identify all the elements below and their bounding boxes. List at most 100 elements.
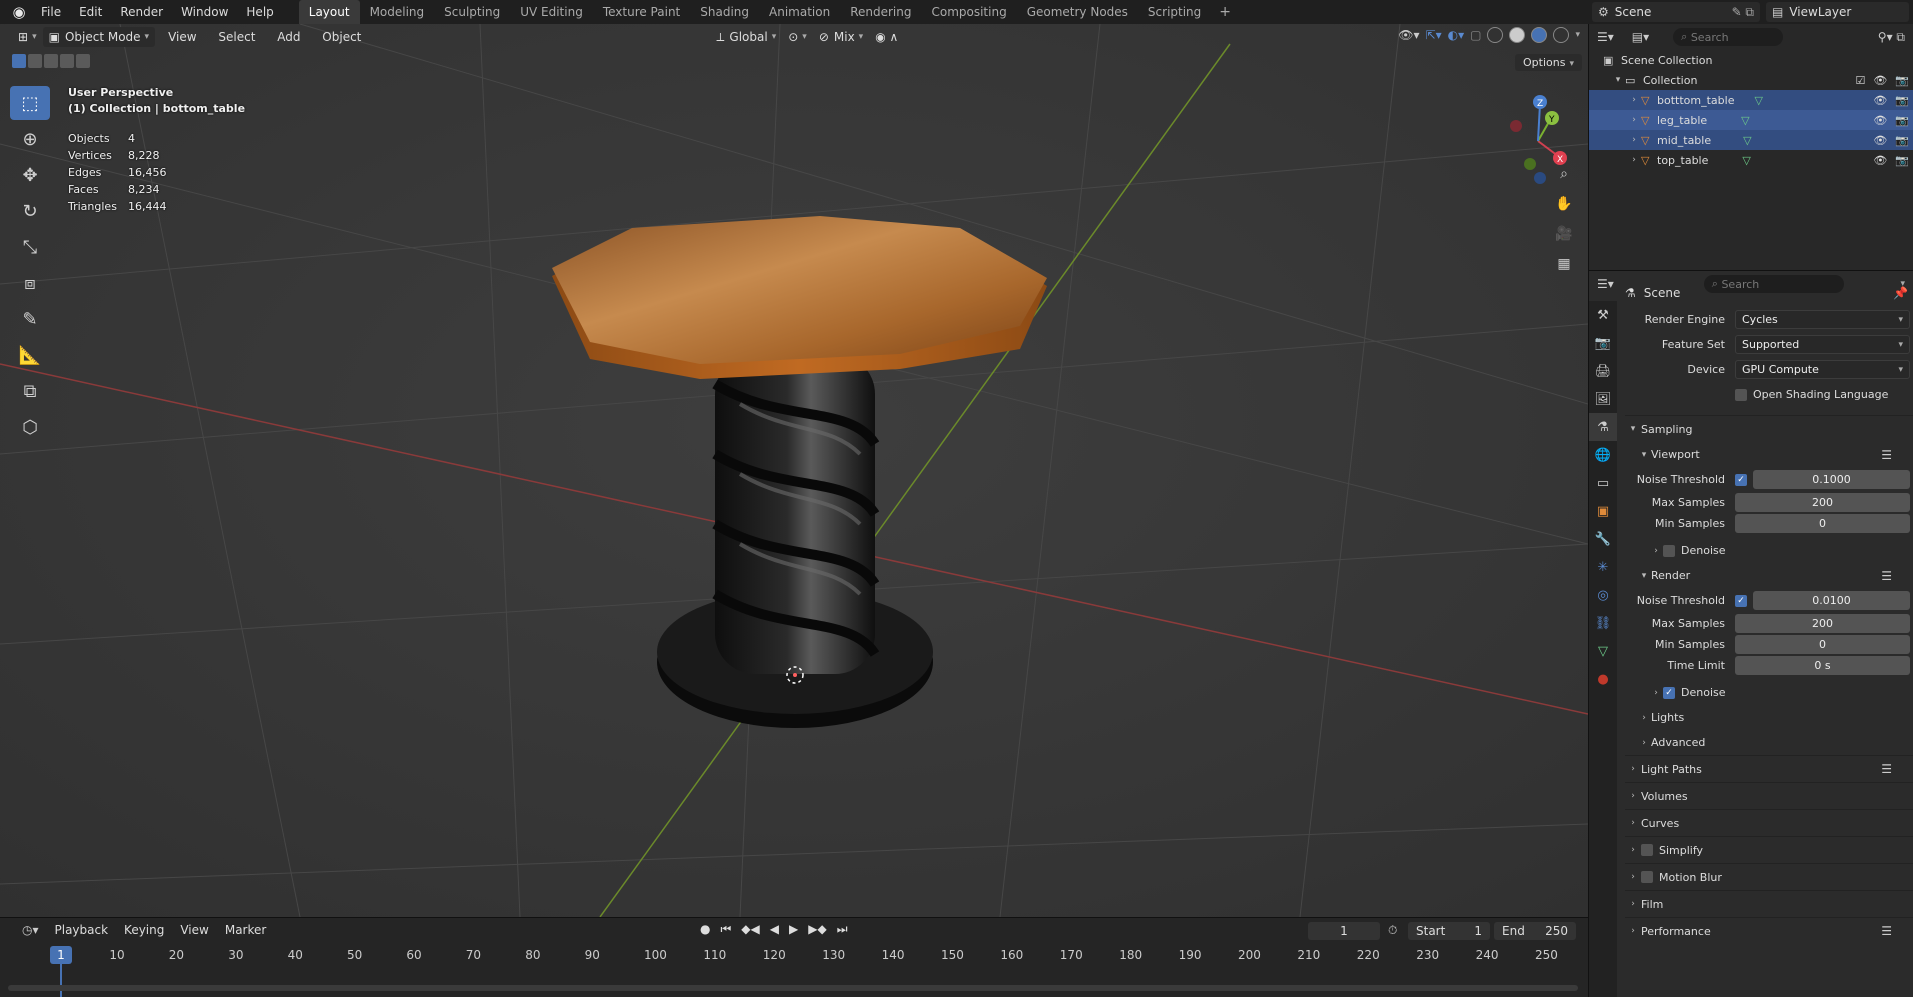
select-intersect-icon[interactable] bbox=[76, 54, 90, 68]
pin-icon[interactable]: ✎ ⧉ bbox=[1732, 5, 1754, 20]
expand-icon[interactable]: ▾ bbox=[1611, 75, 1625, 85]
collection-visibility[interactable]: ☑ 👁 📷 bbox=[1855, 74, 1909, 87]
orientation-dropdown[interactable]: ⟂ Global ▾ bbox=[710, 27, 782, 47]
sampling-panel-header[interactable]: ▾ Sampling bbox=[1625, 415, 1913, 442]
move-icon[interactable]: ✥ bbox=[10, 158, 50, 192]
data-tab-icon[interactable]: ▽ bbox=[1589, 637, 1617, 665]
advanced-subpanel[interactable]: › Advanced bbox=[1625, 730, 1913, 755]
render-tab-icon[interactable]: 📷 bbox=[1589, 329, 1617, 357]
jump-end-icon[interactable]: ⏭ bbox=[837, 922, 848, 937]
wireframe-shading-icon[interactable] bbox=[1487, 27, 1504, 43]
gizmo-icon[interactable]: ⇱▾ bbox=[1426, 28, 1442, 42]
device-dropdown[interactable]: GPU Compute ▾ bbox=[1735, 360, 1910, 379]
constraints-tab-icon[interactable]: ⛓ bbox=[1589, 609, 1617, 637]
material-tab-icon[interactable]: ● bbox=[1589, 665, 1617, 693]
tool-tab-icon[interactable]: ⚒ bbox=[1589, 301, 1617, 329]
r-noise-field[interactable]: 0.0100 bbox=[1753, 591, 1910, 610]
particles-tab-icon[interactable]: ✳ bbox=[1589, 553, 1617, 581]
viewport-subpanel-header[interactable]: ▾ Viewport ☰ bbox=[1625, 442, 1913, 467]
playhead-line[interactable] bbox=[60, 964, 62, 997]
zoom-icon[interactable]: ⌕ bbox=[1552, 162, 1576, 186]
tab-texture-paint[interactable]: Texture Paint bbox=[593, 0, 690, 24]
object-tab-icon[interactable]: ▣ bbox=[1589, 497, 1617, 525]
expand-icon[interactable]: › bbox=[1627, 115, 1641, 125]
play-icon[interactable]: ▶ bbox=[789, 922, 798, 937]
outliner-item-bottom-table[interactable]: › ▽ botttom_table ▽ 👁 📷 bbox=[1589, 90, 1913, 110]
material-shading-icon[interactable] bbox=[1531, 27, 1548, 43]
presets-list-icon[interactable]: ☰ bbox=[1881, 924, 1892, 938]
object-visibility[interactable]: 👁 📷 bbox=[1873, 94, 1909, 107]
timeline-scrollbar[interactable] bbox=[8, 985, 1578, 991]
current-frame-field[interactable]: 1 bbox=[1308, 922, 1380, 940]
lights-subpanel[interactable]: › Lights bbox=[1625, 705, 1913, 730]
vp-max-samples-field[interactable]: 200 bbox=[1735, 493, 1910, 512]
tab-shading[interactable]: Shading bbox=[690, 0, 759, 24]
jump-start-icon[interactable]: ⏮ bbox=[720, 922, 731, 937]
blender-logo-icon[interactable]: ◉ bbox=[6, 0, 32, 24]
tab-compositing[interactable]: Compositing bbox=[921, 0, 1016, 24]
physics-tab-icon[interactable]: ◎ bbox=[1589, 581, 1617, 609]
clock-icon[interactable]: ◷▾ bbox=[14, 923, 47, 937]
menu-window[interactable]: Window bbox=[172, 0, 237, 24]
motion-blur-panel[interactable]: › Motion Blur bbox=[1625, 863, 1913, 890]
motion-blur-checkbox[interactable] bbox=[1641, 871, 1653, 883]
object-visibility[interactable]: 👁 📷 bbox=[1873, 114, 1909, 127]
add-primitive-icon[interactable]: ⬡ bbox=[10, 410, 50, 444]
presets-list-icon[interactable]: ☰ bbox=[1881, 448, 1892, 462]
menu-render[interactable]: Render bbox=[111, 0, 172, 24]
options-dropdown[interactable]: Options ▾ bbox=[1515, 54, 1582, 71]
pan-hand-icon[interactable]: ✋ bbox=[1552, 192, 1576, 216]
add-cube-icon[interactable]: ⧉ bbox=[10, 374, 50, 408]
table-top[interactable] bbox=[552, 216, 1047, 379]
expand-icon[interactable]: › bbox=[1627, 95, 1641, 105]
collection-tab-icon[interactable]: ▭ bbox=[1589, 469, 1617, 497]
play-reverse-icon[interactable]: ◀ bbox=[770, 922, 779, 937]
tab-scripting[interactable]: Scripting bbox=[1138, 0, 1211, 24]
playhead-frame[interactable]: 1 bbox=[50, 946, 72, 964]
menu-file[interactable]: File bbox=[32, 0, 70, 24]
time-limit-field[interactable]: 0 s bbox=[1735, 656, 1910, 675]
vp-denoise-row[interactable]: › Denoise bbox=[1625, 538, 1913, 563]
pin-icon[interactable]: 📌 bbox=[1893, 286, 1908, 300]
add-workspace-icon[interactable]: + bbox=[1211, 4, 1239, 20]
expand-icon[interactable]: › bbox=[1627, 135, 1641, 145]
transform-icon[interactable]: ⧈ bbox=[10, 266, 50, 300]
camera-view-icon[interactable]: 🎥 bbox=[1552, 222, 1576, 246]
menu-add[interactable]: Add bbox=[268, 30, 309, 44]
snap-dropdown[interactable]: ⊘ Mix ▾ bbox=[813, 27, 869, 47]
tab-uv-editing[interactable]: UV Editing bbox=[510, 0, 593, 24]
outliner-item-mid-table[interactable]: › ▽ mid_table ▽ 👁 📷 bbox=[1589, 130, 1913, 150]
render-engine-dropdown[interactable]: Cycles ▾ bbox=[1735, 310, 1910, 329]
measure-icon[interactable]: 📐 bbox=[10, 338, 50, 372]
record-icon[interactable]: ● bbox=[700, 922, 710, 937]
performance-panel[interactable]: › Performance ☰ bbox=[1625, 917, 1913, 944]
tab-rendering[interactable]: Rendering bbox=[840, 0, 921, 24]
select-subtract-icon[interactable] bbox=[44, 54, 58, 68]
menu-marker[interactable]: Marker bbox=[217, 923, 274, 937]
end-frame-field[interactable]: End 250 bbox=[1494, 922, 1576, 940]
scene-selector[interactable]: ⚙ Scene ✎ ⧉ bbox=[1592, 2, 1760, 22]
tab-sculpting[interactable]: Sculpting bbox=[434, 0, 510, 24]
outliner[interactable]: ☰▾ ▤▾ ⌕ Search ⚲▾ ⧉ ▣ Scene Collection ▾… bbox=[1588, 24, 1913, 270]
viewport-scene[interactable] bbox=[0, 24, 1588, 917]
properties-editor-icon[interactable]: ☰▾ bbox=[1597, 277, 1614, 291]
filter-icon[interactable]: ⚲▾ ⧉ bbox=[1878, 30, 1905, 45]
object-visibility[interactable]: 👁 📷 bbox=[1873, 154, 1909, 167]
film-panel[interactable]: › Film bbox=[1625, 890, 1913, 917]
prev-key-icon[interactable]: ◆◀ bbox=[741, 922, 759, 937]
expand-icon[interactable]: › bbox=[1627, 155, 1641, 165]
solid-shading-icon[interactable] bbox=[1509, 27, 1526, 43]
scene-tab-icon[interactable]: ⚗ bbox=[1589, 413, 1617, 441]
start-frame-field[interactable]: Start 1 bbox=[1408, 922, 1490, 940]
select-box-icon[interactable]: ⬚ bbox=[10, 86, 50, 120]
next-key-icon[interactable]: ▶◆ bbox=[808, 922, 826, 937]
modifier-tab-icon[interactable]: 🔧 bbox=[1589, 525, 1617, 553]
ortho-grid-icon[interactable]: ▦ bbox=[1552, 252, 1576, 276]
r-max-samples-field[interactable]: 200 bbox=[1735, 614, 1910, 633]
table-leg[interactable] bbox=[712, 354, 880, 674]
simplify-checkbox[interactable] bbox=[1641, 844, 1653, 856]
overlay-icon[interactable]: ◐▾ bbox=[1448, 28, 1465, 42]
presets-list-icon[interactable]: ☰ bbox=[1881, 569, 1892, 583]
tab-layout[interactable]: Layout bbox=[298, 0, 360, 24]
view-layer-tab-icon[interactable]: 🖼 bbox=[1589, 385, 1617, 413]
